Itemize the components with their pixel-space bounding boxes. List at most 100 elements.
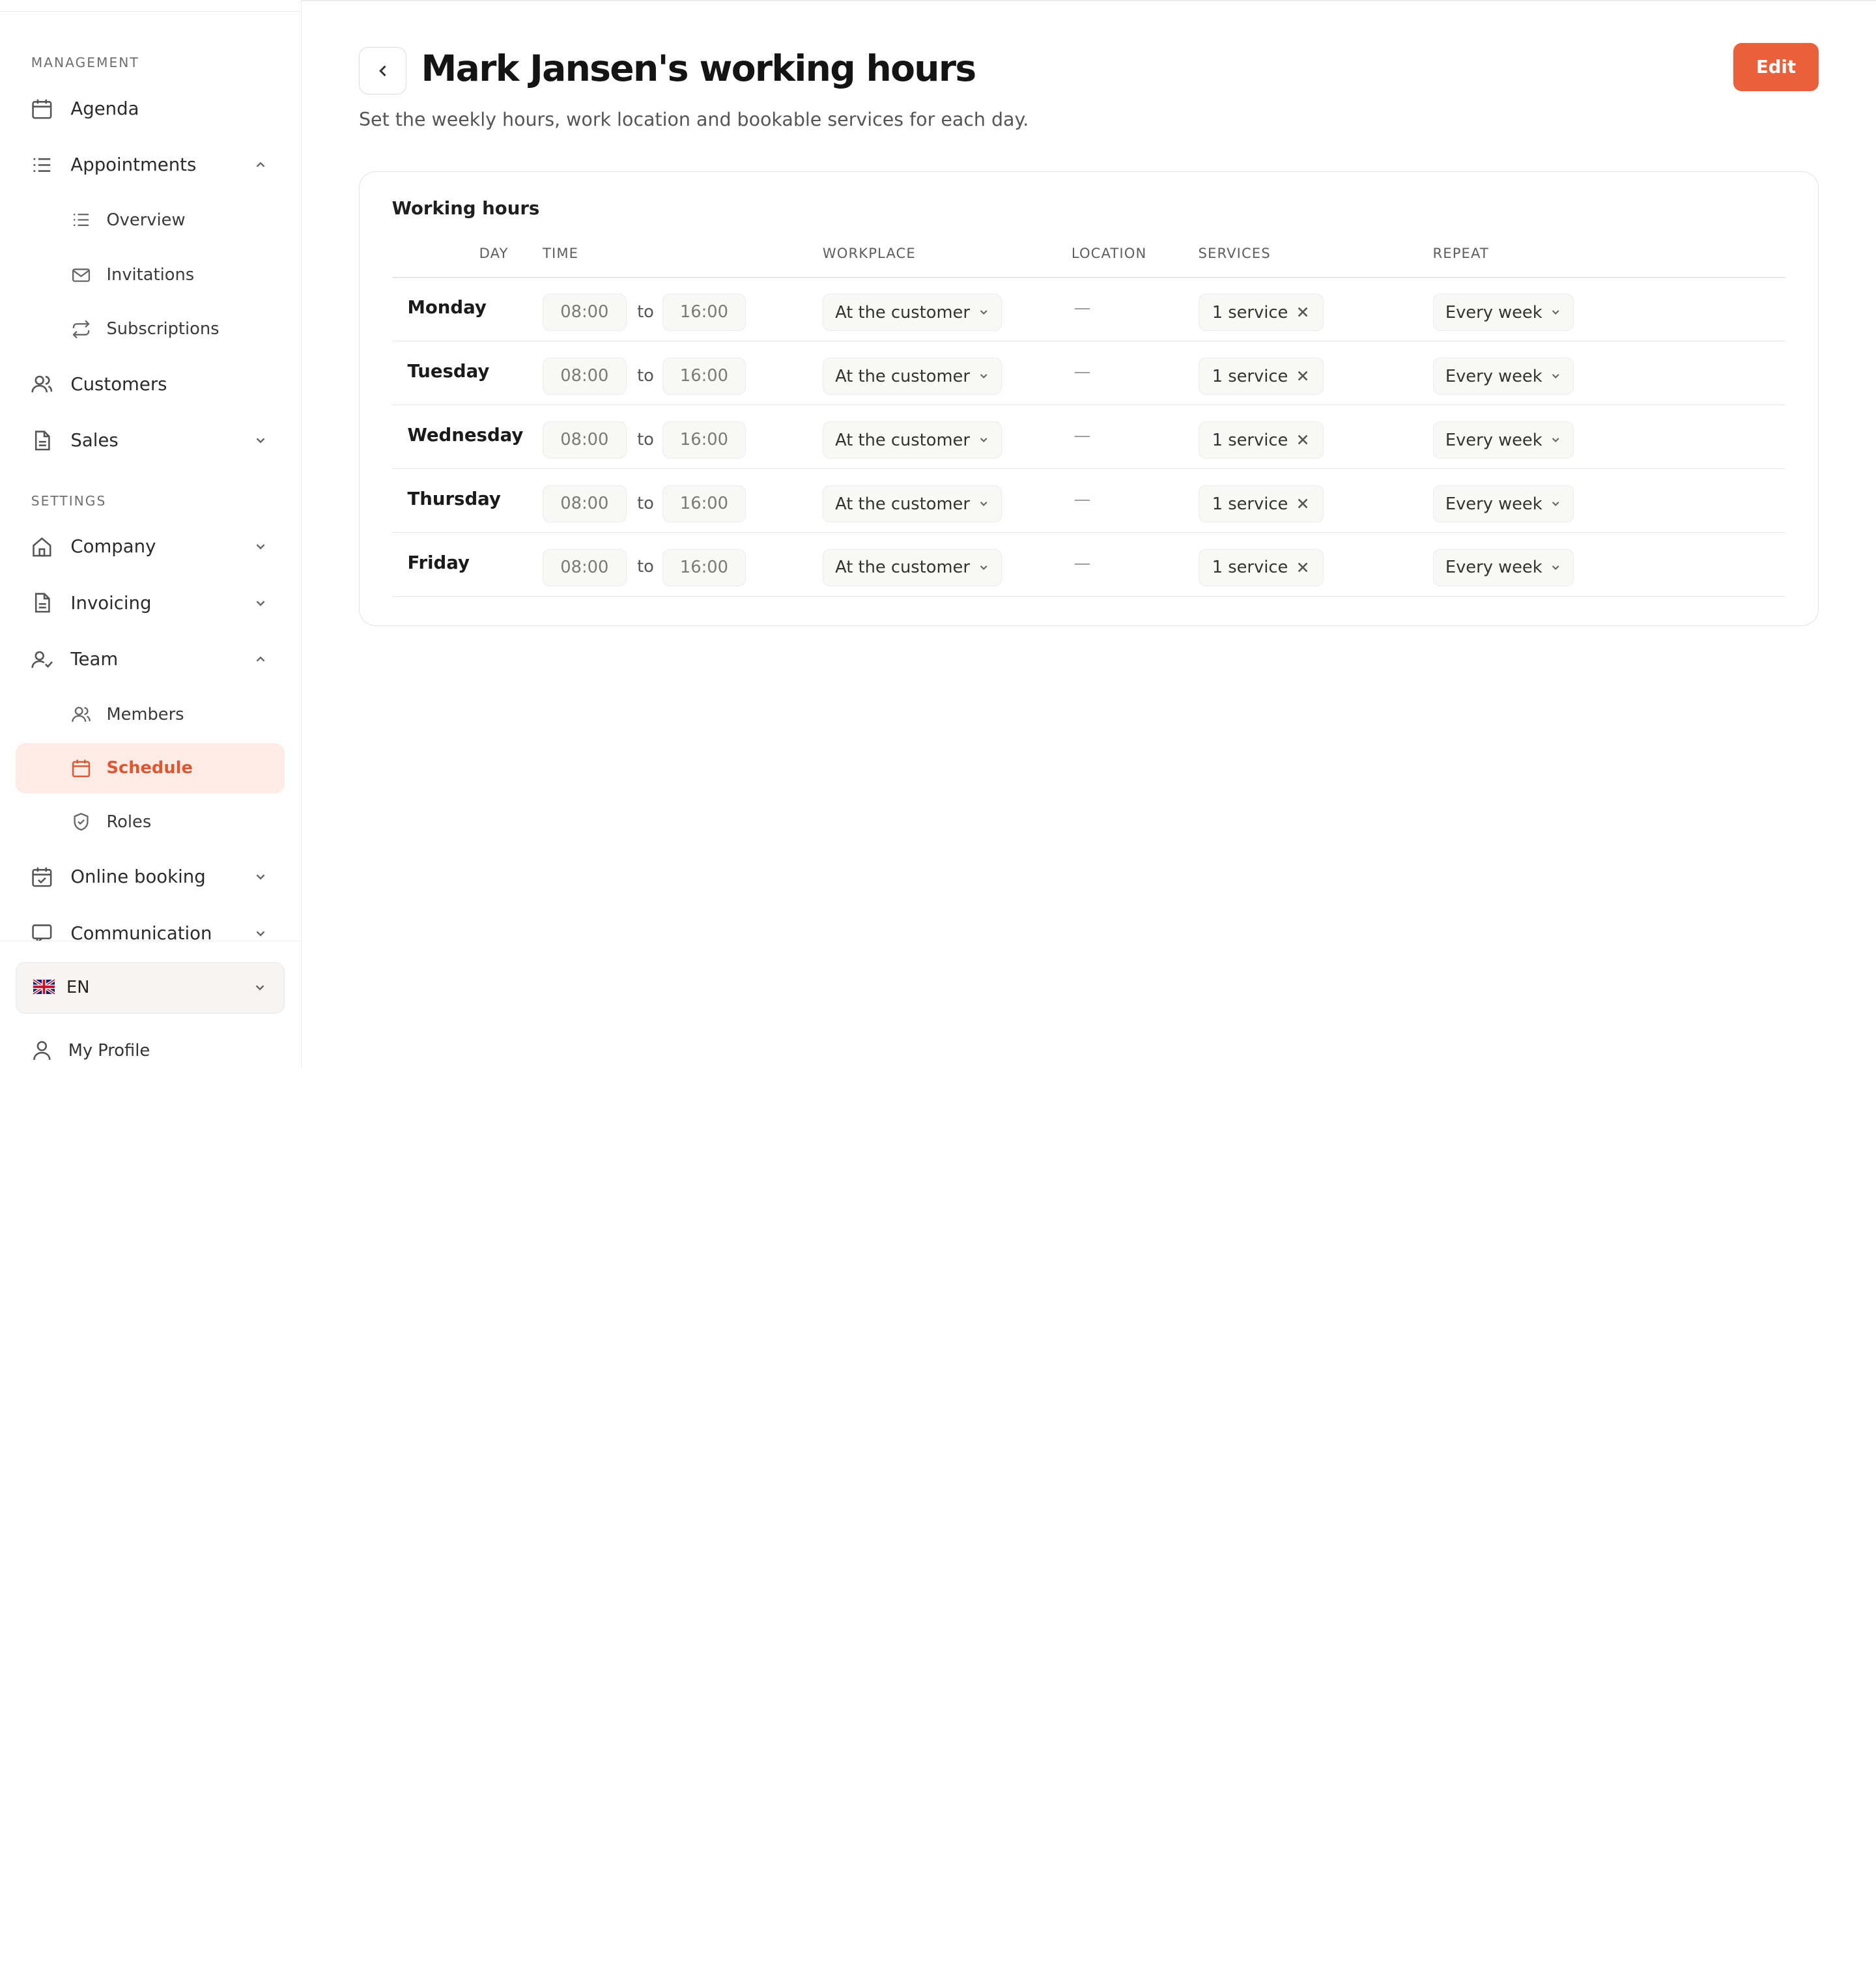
sidebar-item-label: Communication [70, 922, 212, 941]
sidebar-item-online-booking[interactable]: Online booking [16, 852, 285, 902]
close-icon[interactable] [1296, 496, 1310, 511]
location-value: — [1073, 298, 1091, 319]
repeat-select[interactable]: Every week [1432, 421, 1574, 459]
chevron-down-icon[interactable] [253, 433, 268, 448]
column-header-repeat: REPEAT [1432, 244, 1489, 261]
table-row: Monday 08:00 to 16:00 At the customer — … [391, 278, 1786, 342]
end-time-input[interactable]: 16:00 [662, 485, 746, 522]
sidebar-item-customers[interactable]: Customers [16, 359, 285, 409]
start-time-input[interactable]: 08:00 [543, 293, 627, 331]
services-value: 1 service [1212, 558, 1288, 578]
home-icon [30, 535, 54, 559]
table-row: Wednesday 08:00 to 16:00 At the customer… [391, 406, 1786, 470]
main-top-divider [301, 0, 1876, 1]
sidebar-item-communication[interactable]: Communication [16, 908, 285, 941]
services-chip[interactable]: 1 service [1198, 548, 1324, 586]
end-time-input[interactable]: 16:00 [662, 421, 746, 459]
repeat-select[interactable]: Every week [1432, 357, 1574, 395]
close-icon[interactable] [1296, 560, 1310, 575]
sidebar-item-team[interactable]: Team [16, 634, 285, 684]
sidebar-item-label: Team [70, 649, 119, 670]
time-separator: to [637, 365, 654, 386]
sidebar-item-sales[interactable]: Sales [16, 415, 285, 465]
column-header-day: DAY [479, 244, 509, 261]
repeat-select[interactable]: Every week [1432, 293, 1574, 331]
location-value: — [1073, 426, 1091, 446]
workplace-select[interactable]: At the customer [822, 485, 1002, 522]
sidebar-item-members[interactable]: Members [16, 689, 285, 739]
column-header-time: TIME [543, 244, 579, 261]
chevron-down-icon[interactable] [253, 539, 268, 554]
workplace-select[interactable]: At the customer [822, 293, 1002, 331]
chevron-down-icon[interactable] [253, 926, 268, 941]
services-chip[interactable]: 1 service [1198, 421, 1324, 459]
my-profile-link[interactable]: My Profile [16, 1029, 285, 1070]
start-time-input[interactable]: 08:00 [543, 357, 627, 395]
repeat-value: Every week [1445, 558, 1542, 578]
end-time-input[interactable]: 16:00 [662, 357, 746, 395]
repeat-value: Every week [1445, 494, 1542, 514]
services-chip[interactable]: 1 service [1198, 357, 1324, 395]
repeat-select[interactable]: Every week [1432, 548, 1574, 586]
repeat-value: Every week [1445, 430, 1542, 450]
user-icon [30, 1038, 54, 1062]
working-hours-card: Working hours DAY TIME WORKPLACE LOCATIO… [359, 171, 1819, 626]
edit-button[interactable]: Edit [1733, 43, 1819, 91]
close-icon[interactable] [1296, 433, 1310, 447]
invoice-icon [30, 591, 54, 615]
services-value: 1 service [1212, 366, 1288, 386]
services-chip[interactable]: 1 service [1198, 485, 1324, 522]
start-time-input[interactable]: 08:00 [543, 421, 627, 459]
location-value: — [1073, 362, 1091, 382]
start-time-input[interactable]: 08:00 [543, 485, 627, 522]
chevron-down-icon [1550, 370, 1561, 382]
main-content: Mark Jansen's working hours Set the week… [301, 0, 1876, 1068]
sidebar-item-schedule[interactable]: Schedule [15, 743, 285, 793]
column-header-location: LOCATION [1071, 244, 1147, 261]
sidebar-item-subscriptions[interactable]: Subscriptions [16, 304, 285, 354]
sidebar-item-label: Overview [106, 210, 186, 230]
sidebar-item-label: Company [70, 536, 156, 558]
language-select[interactable]: EN [15, 961, 285, 1014]
repeat-value: Every week [1445, 302, 1542, 322]
services-chip[interactable]: 1 service [1198, 293, 1324, 331]
sidebar-item-invoicing[interactable]: Invoicing [16, 578, 285, 628]
calendar-icon [70, 758, 92, 779]
sidebar-item-appointments[interactable]: Appointments [16, 140, 285, 190]
table-row: Thursday 08:00 to 16:00 At the customer … [391, 470, 1786, 533]
services-value: 1 service [1212, 302, 1288, 322]
sidebar-item-label: Invitations [106, 265, 195, 285]
message-icon [30, 921, 54, 941]
page-subtitle: Set the weekly hours, work location and … [359, 109, 1029, 131]
chevron-down-icon[interactable] [253, 596, 268, 610]
my-profile-label: My Profile [68, 1040, 150, 1060]
page-title: Mark Jansen's working hours [421, 48, 977, 90]
end-time-input[interactable]: 16:00 [662, 548, 746, 586]
sidebar-nav[interactable]: MANAGEMENT Agenda Appointments Overview … [0, 0, 300, 941]
sidebar-item-label: Customers [70, 373, 167, 395]
sidebar-item-label: Subscriptions [106, 319, 220, 339]
list-icon [30, 153, 54, 177]
chevron-up-icon[interactable] [253, 652, 268, 666]
chevron-down-icon[interactable] [253, 870, 268, 884]
sidebar-item-roles[interactable]: Roles [16, 797, 285, 847]
workplace-select[interactable]: At the customer [822, 548, 1002, 586]
back-button[interactable] [359, 46, 407, 95]
chevron-up-icon[interactable] [253, 158, 268, 172]
sidebar-item-agenda[interactable]: Agenda [16, 84, 285, 134]
repeat-select[interactable]: Every week [1432, 485, 1574, 522]
close-icon[interactable] [1296, 369, 1310, 383]
workplace-value: At the customer [835, 366, 970, 386]
card-title: Working hours [391, 198, 540, 220]
start-time-input[interactable]: 08:00 [543, 548, 627, 586]
workplace-select[interactable]: At the customer [822, 421, 1002, 459]
chevron-down-icon [978, 498, 989, 509]
sidebar-item-company[interactable]: Company [16, 522, 285, 572]
sidebar-item-invitations[interactable]: Invitations [16, 250, 285, 300]
sidebar-item-overview[interactable]: Overview [16, 195, 285, 245]
close-icon[interactable] [1296, 305, 1310, 319]
day-label: Tuesday [407, 361, 490, 382]
workplace-select[interactable]: At the customer [822, 357, 1002, 395]
column-header-services: SERVICES [1198, 244, 1271, 261]
end-time-input[interactable]: 16:00 [662, 293, 746, 331]
